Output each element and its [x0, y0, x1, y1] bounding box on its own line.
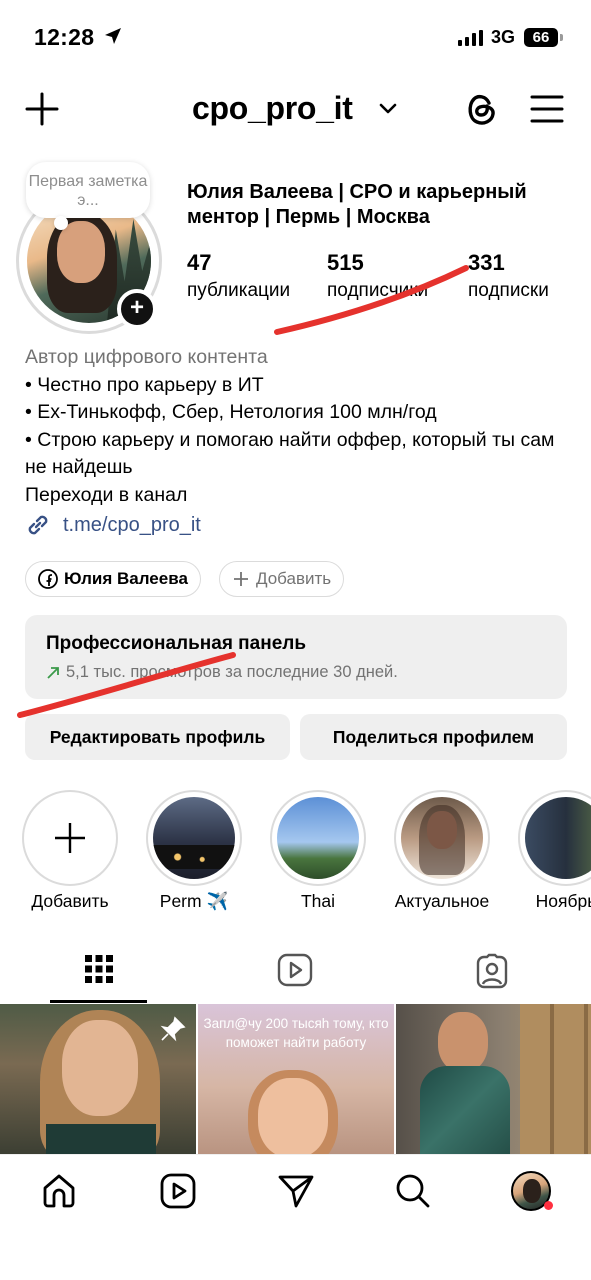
create-plus-icon[interactable] — [25, 92, 59, 131]
add-pill-button[interactable]: Добавить — [219, 561, 345, 597]
grid-post[interactable] — [0, 1004, 196, 1154]
bio-line: • Строю карьеру и помогаю найти оффер, к… — [25, 428, 555, 479]
profile-full-name: Юлия Валеева | CPO и карьерный ментор | … — [187, 181, 527, 228]
pin-icon — [160, 1016, 186, 1042]
profile-bio: Автор цифрового контента • Честно про ка… — [25, 344, 570, 509]
profile-link-text[interactable]: t.me/cpo_pro_it — [63, 514, 201, 537]
status-time: 12:28 — [34, 24, 95, 50]
stat-posts[interactable]: 47 публикации — [187, 250, 290, 302]
grid-post[interactable]: Запл@чу 200 тысяh тому, кто поможет найт… — [198, 1004, 394, 1154]
location-arrow-icon — [104, 27, 122, 50]
highlight-item[interactable]: Актуальное — [394, 790, 490, 912]
stat-label: подписки — [468, 280, 549, 301]
highlight-add[interactable]: Добавить — [22, 790, 118, 912]
threads-icon[interactable] — [462, 89, 500, 134]
profile-category: Автор цифрового контента — [25, 346, 268, 368]
posts-grid: Запл@чу 200 тысяh тому, кто поможет найт… — [0, 1004, 591, 1154]
status-bar: 12:28 3G 66 — [0, 0, 591, 72]
plus-icon — [55, 823, 85, 853]
search-icon[interactable] — [395, 1173, 431, 1214]
network-type: 3G — [491, 27, 516, 47]
active-tab-indicator — [50, 1000, 147, 1003]
highlight-item[interactable]: Perm ✈️ — [146, 790, 242, 912]
profile-header: cpo_pro_it — [0, 80, 591, 140]
bottom-navigation — [0, 1154, 591, 1280]
highlight-label: Добавить — [31, 891, 109, 911]
facebook-profile-pill[interactable]: Юлия Валеева — [25, 561, 201, 597]
stat-followers[interactable]: 515 подписчики — [327, 250, 428, 302]
home-icon[interactable] — [41, 1173, 77, 1214]
highlight-label: Perm ✈️ — [159, 891, 229, 911]
chevron-down-icon[interactable] — [378, 102, 398, 121]
notification-dot — [544, 1201, 553, 1210]
signal-icon — [458, 30, 483, 46]
trend-up-icon — [47, 666, 59, 679]
add-story-button[interactable]: + — [117, 289, 157, 329]
reels-icon[interactable] — [277, 953, 313, 992]
share-profile-button[interactable]: Поделиться профилем — [300, 714, 567, 760]
highlight-item[interactable]: Ноябрь — [518, 790, 591, 912]
link-icon — [28, 515, 48, 535]
note-bubble[interactable]: Первая заметка э... — [26, 162, 150, 230]
highlight-item[interactable]: Thai — [270, 790, 366, 912]
professional-dashboard-subtitle: 5,1 тыс. просмотров за последние 30 дней… — [66, 663, 398, 681]
grid-post[interactable] — [396, 1004, 591, 1154]
stat-label: публикации — [187, 280, 291, 301]
stat-following[interactable]: 331 подписки — [468, 250, 549, 302]
battery-icon: 66 — [524, 28, 563, 47]
stat-value: 331 — [468, 250, 505, 275]
bio-line: • Честно про карьеру в ИТ — [25, 373, 264, 396]
header-username[interactable]: cpo_pro_it — [192, 90, 353, 127]
highlight-label: Thai — [300, 891, 336, 911]
post-caption: Запл@чу 200 тысяh тому, кто поможет найт… — [203, 1016, 389, 1050]
professional-dashboard-title: Профессиональная панель — [46, 633, 307, 654]
edit-profile-button[interactable]: Редактировать профиль — [25, 714, 290, 760]
tagged-icon[interactable] — [474, 953, 510, 994]
facebook-name: Юлия Валеева — [64, 569, 188, 588]
profile-tabs — [0, 944, 591, 1004]
stat-value: 515 — [327, 250, 364, 275]
professional-dashboard[interactable]: Профессиональная панель 5,1 тыс. просмот… — [25, 615, 567, 699]
grid-icon[interactable] — [84, 954, 114, 989]
bio-line: Переходи в канал — [25, 483, 188, 506]
add-pill-label: Добавить — [256, 569, 332, 588]
highlight-label: Ноябрь — [535, 891, 591, 911]
profile-link[interactable]: t.me/cpo_pro_it — [25, 512, 201, 538]
facebook-icon — [38, 569, 58, 589]
stat-value: 47 — [187, 250, 212, 275]
menu-icon[interactable] — [530, 94, 564, 129]
bio-line: • Ex-Тинькофф, Сбер, Нетология 100 млн/г… — [25, 401, 437, 423]
send-icon[interactable] — [277, 1173, 315, 1214]
plus-icon — [234, 572, 248, 586]
reels-icon[interactable] — [160, 1173, 196, 1214]
highlight-label: Актуальное — [394, 891, 490, 911]
stat-label: подписчики — [327, 280, 429, 301]
